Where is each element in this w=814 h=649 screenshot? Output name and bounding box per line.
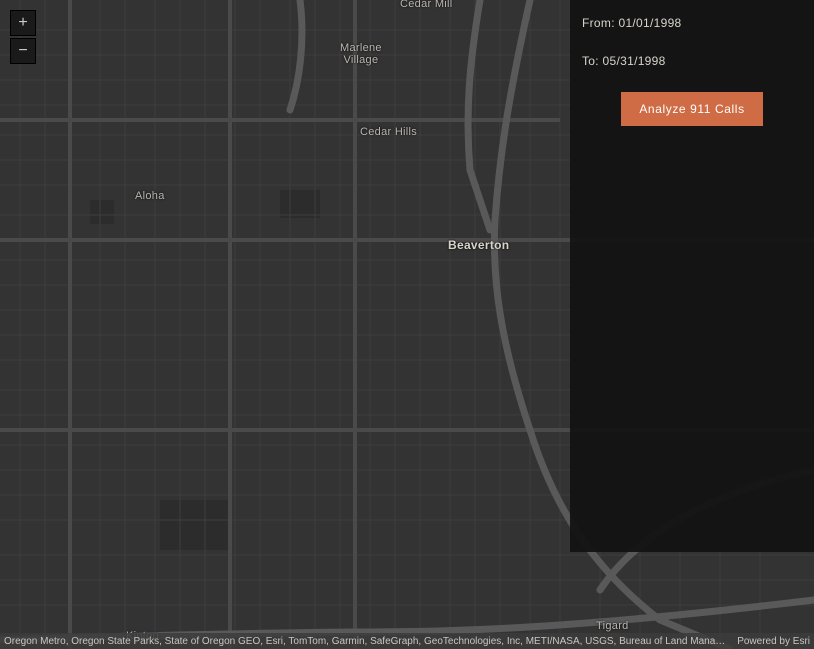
attribution-sources: Oregon Metro, Oregon State Parks, State … — [4, 636, 729, 647]
control-panel: From: 01/01/1998 To: 05/31/1998 Analyze … — [570, 0, 814, 552]
to-value: 05/31/1998 — [603, 54, 666, 68]
plus-icon: + — [18, 15, 27, 31]
attribution-powered[interactable]: Powered by Esri — [729, 636, 810, 647]
to-label: To: — [582, 54, 603, 68]
zoom-in-button[interactable]: + — [10, 10, 36, 36]
zoom-controls: + − — [10, 10, 36, 64]
app-root: Cedar Mill Marlene Village Cedar Hills A… — [0, 0, 814, 649]
map-attribution: Oregon Metro, Oregon State Parks, State … — [0, 633, 814, 649]
date-from-row: From: 01/01/1998 — [582, 16, 802, 30]
minus-icon: − — [18, 43, 27, 59]
from-value: 01/01/1998 — [618, 16, 681, 30]
analyze-button[interactable]: Analyze 911 Calls — [621, 92, 762, 126]
date-to-row: To: 05/31/1998 — [582, 54, 802, 68]
zoom-out-button[interactable]: − — [10, 38, 36, 64]
from-label: From: — [582, 16, 618, 30]
